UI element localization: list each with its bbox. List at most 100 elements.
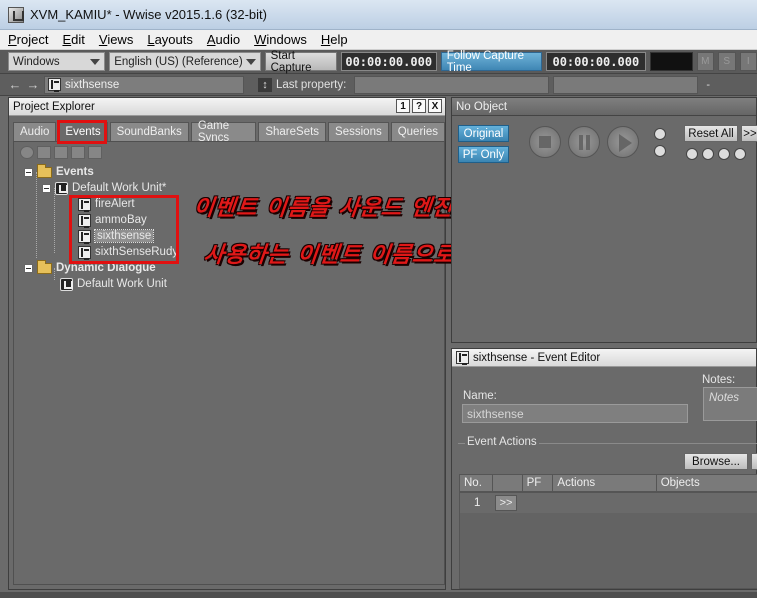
- tree-item-events-folder[interactable]: Events: [24, 163, 94, 180]
- state-icon[interactable]: [734, 148, 746, 160]
- tab-sessions[interactable]: Sessions: [328, 122, 389, 141]
- tree-item-default-work-unit[interactable]: Default Work Unit*: [42, 180, 166, 196]
- events-tab-highlight: [57, 120, 107, 144]
- language-combo[interactable]: English (US) (Reference): [109, 52, 261, 71]
- menu-layouts[interactable]: Layouts: [147, 32, 193, 47]
- tree-guide: [36, 172, 37, 258]
- auxiliary-icon[interactable]: [686, 148, 698, 160]
- more-actions-button[interactable]: [751, 453, 757, 470]
- notes-field[interactable]: Notes: [703, 387, 757, 421]
- original-button[interactable]: Original: [458, 125, 509, 142]
- event-editor-header: sixthsense - Event Editor: [452, 349, 756, 367]
- language-combo-value: English (US) (Reference): [114, 55, 243, 68]
- last-property-field[interactable]: [354, 75, 550, 94]
- play-button[interactable]: [607, 126, 639, 158]
- clock-icon[interactable]: [654, 128, 666, 140]
- menu-edit[interactable]: Edit: [62, 32, 84, 47]
- switch-icon[interactable]: [702, 148, 714, 160]
- stop-icon: [539, 136, 551, 148]
- folder-icon[interactable]: [37, 146, 51, 159]
- menu-views[interactable]: Views: [99, 32, 133, 47]
- work-unit-icon: [55, 181, 68, 195]
- browse-button[interactable]: Browse...: [684, 453, 748, 470]
- main-toolbar: Windows English (US) (Reference) Start C…: [0, 50, 757, 74]
- table-row[interactable]: 1 >>: [460, 493, 757, 513]
- explorer-toolbar: [20, 146, 102, 159]
- pause-button[interactable]: [568, 126, 600, 158]
- capture-time-display: 00:00:00.000: [340, 52, 437, 71]
- level-meter: [649, 52, 693, 71]
- menu-windows[interactable]: Windows: [254, 32, 307, 47]
- col-objects[interactable]: Objects: [657, 475, 757, 491]
- close-button[interactable]: X: [428, 99, 442, 113]
- rtpc-icon[interactable]: [718, 148, 730, 160]
- delete-icon[interactable]: [88, 146, 102, 159]
- notes-label: Notes:: [702, 374, 736, 386]
- title-bar: XVM_KAMIU* - Wwise v2015.1.6 (32-bit): [0, 0, 757, 30]
- wwise-logo-icon: [8, 6, 24, 23]
- selected-object-field[interactable]: sixthsense: [44, 75, 244, 94]
- transport-title: No Object: [456, 100, 508, 113]
- more-button[interactable]: >>: [741, 125, 757, 142]
- pause-icon: [579, 135, 590, 150]
- follow-capture-time-button[interactable]: Follow Capture Time: [440, 50, 542, 74]
- name-label: Name:: [463, 390, 497, 402]
- event-editor-panel: sixthsense - Event Editor Name: sixthsen…: [451, 348, 757, 590]
- toolbar-extra-button[interactable]: I: [739, 52, 757, 71]
- selected-object-name: sixthsense: [65, 78, 120, 91]
- event-icon: [48, 78, 61, 92]
- col-arrow[interactable]: [493, 475, 523, 491]
- property-sliders-icon: ↕: [258, 77, 272, 92]
- collapse-icon[interactable]: [42, 183, 51, 193]
- work-unit-icon[interactable]: [20, 146, 34, 159]
- event-editor-title: sixthsense - Event Editor: [473, 351, 601, 364]
- mute-button[interactable]: M: [696, 52, 714, 71]
- actions-table-header: No. PF Actions Objects: [459, 474, 757, 492]
- help-button[interactable]: ?: [412, 99, 426, 113]
- project-explorer-title: Project Explorer: [13, 100, 95, 113]
- tab-soundbanks[interactable]: SoundBanks: [109, 122, 189, 141]
- menu-bar: Project Edit Views Layouts Audio Windows…: [0, 30, 757, 50]
- brightness-icon[interactable]: [654, 145, 666, 157]
- new-event-icon[interactable]: [54, 146, 68, 159]
- folder-icon: [37, 259, 52, 274]
- transport-control-panel: No Object Original PF Only Reset All >>: [451, 97, 757, 343]
- col-pf[interactable]: PF: [523, 475, 554, 491]
- tree-item-label: Default Work Unit*: [72, 182, 167, 194]
- layout-combo[interactable]: Windows: [8, 52, 106, 71]
- window-title: XVM_KAMIU* - Wwise v2015.1.6 (32-bit): [30, 7, 267, 22]
- menu-audio[interactable]: Audio: [207, 32, 240, 47]
- property-value-field[interactable]: [553, 75, 699, 94]
- tab-audio[interactable]: Audio: [13, 122, 57, 141]
- stop-button[interactable]: [529, 126, 561, 158]
- tab-queries[interactable]: Queries: [390, 122, 445, 141]
- project-explorer-header: Project Explorer 1 ? X: [9, 98, 445, 116]
- tab-game-syncs[interactable]: Game Syncs: [190, 120, 257, 144]
- forward-arrow-icon[interactable]: →: [26, 77, 40, 92]
- menu-help[interactable]: Help: [321, 32, 348, 47]
- row-expand-button[interactable]: >>: [495, 495, 517, 511]
- event-name-field[interactable]: sixthsense: [462, 404, 688, 423]
- selection-toolbar: ← → sixthsense ↕ Last property: -: [0, 74, 757, 96]
- tree-item-dialogue-work-unit[interactable]: Default Work Unit: [60, 276, 167, 292]
- pin-button[interactable]: 1: [396, 99, 410, 113]
- pf-only-button[interactable]: PF Only: [458, 146, 509, 163]
- new-item-icon[interactable]: [71, 146, 85, 159]
- tab-sharesets[interactable]: ShareSets: [258, 122, 327, 141]
- start-capture-button[interactable]: Start Capture: [264, 50, 337, 74]
- event-icon: [456, 351, 469, 365]
- menu-project[interactable]: Project: [8, 32, 48, 47]
- property-dash: -: [706, 78, 710, 91]
- col-no[interactable]: No.: [460, 475, 493, 491]
- back-arrow-icon[interactable]: ←: [8, 77, 22, 92]
- reset-all-button[interactable]: Reset All: [684, 125, 738, 142]
- transport-header: No Object: [452, 98, 756, 116]
- solo-button[interactable]: S: [718, 52, 736, 71]
- status-bar: [0, 592, 757, 598]
- collapse-icon[interactable]: [24, 167, 33, 177]
- project-explorer-panel: Project Explorer 1 ? X Audio Events Soun…: [8, 97, 446, 590]
- tree-guide: [54, 188, 55, 253]
- collapse-icon[interactable]: [24, 263, 33, 273]
- follow-time-display: 00:00:00.000: [545, 52, 646, 71]
- col-actions[interactable]: Actions: [553, 475, 657, 491]
